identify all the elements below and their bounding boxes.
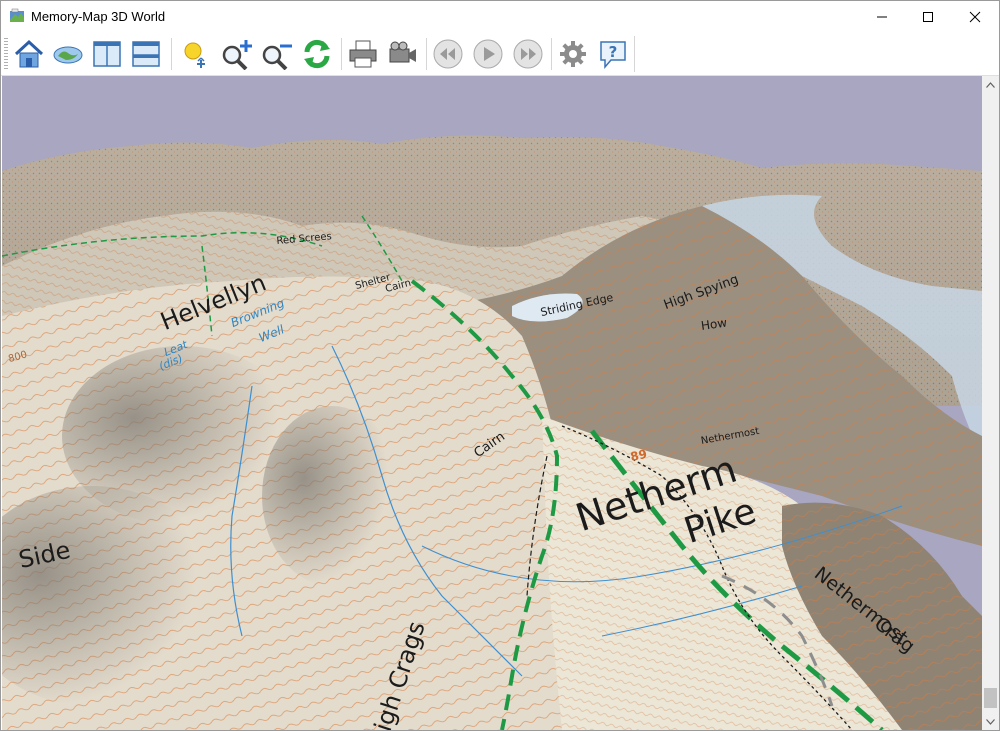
toolbar-separator <box>551 38 552 70</box>
split-vertical-button[interactable] <box>89 36 125 72</box>
terrain-render[interactable] <box>2 76 982 730</box>
minimize-icon <box>876 11 888 23</box>
map-view-button[interactable] <box>50 36 86 72</box>
play-button[interactable] <box>470 36 506 72</box>
sun-lighting-icon <box>179 38 211 70</box>
split-vertical-icon <box>91 38 123 70</box>
zoom-in-icon <box>220 38 254 70</box>
toolbar-separator <box>171 38 172 70</box>
play-icon <box>472 38 504 70</box>
help-icon: ? <box>597 38 629 70</box>
title-bar[interactable]: Memory-Map 3D World <box>1 1 999 32</box>
rewind-icon <box>432 38 464 70</box>
lighting-button[interactable] <box>177 36 213 72</box>
app-icon <box>9 8 25 24</box>
toolbar-separator <box>341 38 342 70</box>
print-icon <box>347 38 379 70</box>
video-camera-icon <box>387 38 419 70</box>
svg-text:?: ? <box>609 43 618 61</box>
refresh-icon <box>301 38 333 70</box>
scroll-up-button[interactable] <box>982 76 999 93</box>
video-record-button[interactable] <box>385 36 421 72</box>
close-icon <box>969 11 981 23</box>
zoom-out-icon <box>260 38 294 70</box>
fast-forward-button[interactable] <box>510 36 546 72</box>
home-button[interactable] <box>11 36 47 72</box>
rewind-button[interactable] <box>430 36 466 72</box>
refresh-button[interactable] <box>299 36 335 72</box>
settings-gear-icon <box>557 38 589 70</box>
zoom-in-button[interactable] <box>219 36 255 72</box>
scroll-down-button[interactable] <box>982 713 999 730</box>
app-window: Memory-Map 3D World <box>0 0 1000 731</box>
window-title: Memory-Map 3D World <box>31 9 165 24</box>
scrollbar-thumb[interactable] <box>984 688 997 708</box>
minimize-button[interactable] <box>859 1 905 32</box>
map-view-icon <box>52 38 84 70</box>
main-toolbar: ? <box>1 32 999 76</box>
fast-forward-icon <box>512 38 544 70</box>
chevron-up-icon <box>986 82 995 88</box>
split-horizontal-button[interactable] <box>128 36 164 72</box>
toolbar-end-separator <box>634 36 635 72</box>
maximize-button[interactable] <box>905 1 951 32</box>
zoom-out-button[interactable] <box>259 36 295 72</box>
home-icon <box>13 38 45 70</box>
settings-button[interactable] <box>555 36 591 72</box>
maximize-icon <box>922 11 934 23</box>
help-button[interactable]: ? <box>595 36 631 72</box>
chevron-down-icon <box>986 719 995 725</box>
close-button[interactable] <box>952 1 998 32</box>
split-horizontal-icon <box>130 38 162 70</box>
terrain-3d-viewport[interactable]: Helvellyn Browning Well Leat (dis) Shelt… <box>2 76 982 730</box>
toolbar-grip[interactable] <box>4 38 8 70</box>
print-button[interactable] <box>345 36 381 72</box>
vertical-scrollbar[interactable] <box>982 76 999 730</box>
toolbar-separator <box>426 38 427 70</box>
